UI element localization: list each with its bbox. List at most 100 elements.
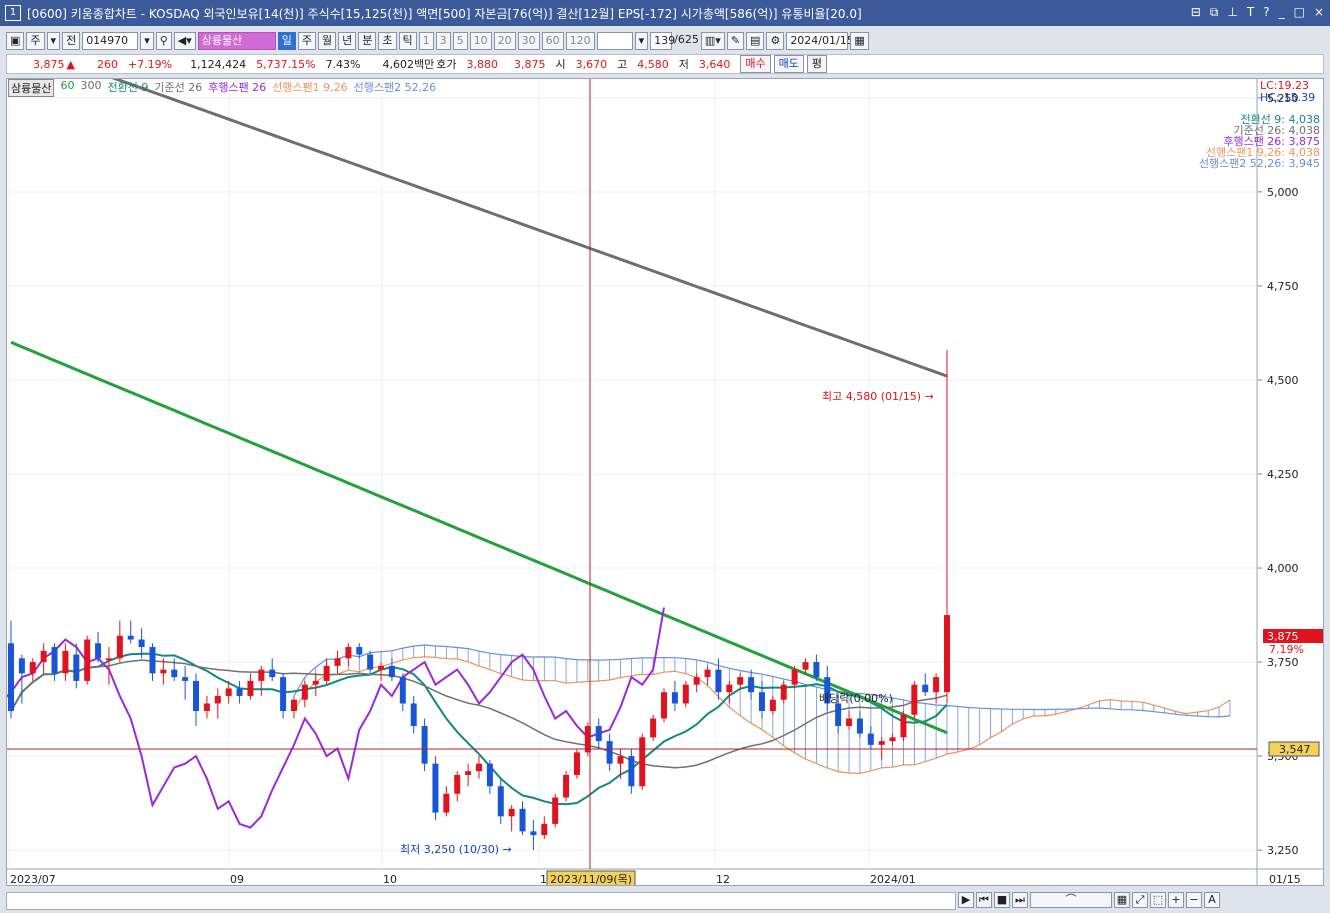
candle-body-85 (933, 677, 940, 693)
interval-10[interactable]: 10 (469, 32, 492, 50)
candle-body-64 (704, 669, 711, 678)
eval-button[interactable]: 평 (806, 55, 827, 73)
y-tick-label-8: 3,250 (1267, 844, 1299, 857)
speaker-icon[interactable]: ◀▾ (173, 32, 196, 50)
candle-body-10 (116, 635, 123, 659)
tab-tick[interactable]: 틱 (398, 32, 417, 50)
tab-second[interactable]: 초 (378, 32, 397, 50)
candle-body-51 (563, 774, 570, 798)
layout-icon[interactable]: ▣ (6, 32, 25, 50)
interval-120[interactable]: 120 (565, 32, 595, 50)
stock-code-input[interactable]: 014970 (82, 32, 139, 50)
candle-body-42 (465, 771, 472, 775)
candle-body-32 (356, 647, 363, 655)
candle-body-66 (726, 684, 733, 693)
indicator-icon[interactable]: ▥▾ (700, 32, 725, 50)
period-select[interactable]: 주 (26, 32, 45, 50)
candle-body-59 (650, 718, 657, 738)
legend-chikou: 후행스팬 26 (208, 81, 267, 94)
x-tick-label-5: 2024/01 (870, 873, 916, 886)
y-tick-label-6: 3,750 (1267, 656, 1299, 669)
candle-body-78 (856, 718, 863, 734)
calendar-icon[interactable]: ▦ (850, 32, 869, 50)
interval-input[interactable] (596, 32, 633, 50)
code-label[interactable]: 전 (62, 32, 81, 50)
kijun-line (10, 659, 948, 769)
annotation-low: 최저 3,250 (10/30) → (400, 843, 512, 856)
zoom-slider[interactable]: ⌒ (1030, 892, 1112, 908)
candle-body-27 (301, 684, 308, 700)
candle-body-0 (8, 643, 14, 711)
candle-body-12 (138, 639, 145, 648)
candle-body-20 (225, 688, 232, 696)
tab-day[interactable]: 일 (277, 32, 296, 50)
candle-body-68 (748, 677, 755, 693)
close-icon[interactable]: × (1314, 5, 1324, 20)
zoom-fit-icon[interactable]: ⤢ (1132, 892, 1148, 908)
tab-week[interactable]: 주 (297, 32, 317, 50)
settings-icon[interactable]: ⚙ (766, 32, 785, 50)
last-icon[interactable]: ⏭ (1012, 892, 1028, 908)
candle-body-81 (889, 737, 896, 742)
minimize-all-icon[interactable]: ⊟ (1191, 5, 1201, 20)
grid (7, 79, 1257, 869)
bid-price: 3,875 (514, 57, 546, 71)
date-input[interactable]: 2024/01/15 (786, 32, 854, 50)
interval-3[interactable]: 3 (435, 32, 451, 50)
interval-1[interactable]: 1 (418, 32, 434, 50)
grid-icon[interactable]: ▦ (1114, 892, 1130, 908)
change-rate: +7.19% (127, 57, 173, 71)
y-tick-label-4: 4,250 (1267, 468, 1299, 481)
candle-body-47 (519, 808, 526, 832)
scroll-track[interactable] (6, 892, 956, 910)
help-icon[interactable]: ? (1263, 5, 1269, 20)
candle-body-72 (791, 669, 798, 685)
tab-minute[interactable]: 분 (358, 32, 377, 50)
chevron-down-icon[interactable]: ▾ (140, 32, 154, 50)
chart-legend: 삼륭물산 60 300 전환선 9 기준선 26 후행스팬 26 선행스팬1 9… (8, 79, 436, 97)
interval-5[interactable]: 5 (452, 32, 468, 50)
candle-body-34 (378, 665, 385, 670)
dropdown-arrow-icon[interactable]: ▾ (634, 32, 649, 50)
font-icon[interactable]: T (1247, 5, 1254, 20)
sell-button[interactable]: 매도 (773, 55, 804, 73)
tab-month[interactable]: 월 (318, 32, 337, 50)
first-icon[interactable]: ⏮ (976, 892, 992, 908)
indicator-lines (7, 79, 948, 829)
play-icon[interactable]: ▶ (958, 892, 974, 908)
dropdown-icon[interactable]: ▾ (46, 32, 61, 50)
candle-body-39 (432, 763, 439, 813)
interval-30[interactable]: 30 (517, 32, 540, 50)
minimize-icon[interactable]: _ (1279, 5, 1285, 20)
interval-20[interactable]: 20 (493, 32, 516, 50)
count-input[interactable]: 139 (650, 32, 675, 50)
legend-stock-name[interactable]: 삼륭물산 (8, 79, 55, 97)
save-icon[interactable]: ▤ (746, 32, 765, 50)
candle-body-15 (171, 669, 178, 678)
ma300-line (111, 79, 948, 378)
legend-kijun: 기준선 26 (154, 81, 203, 94)
candle-body-54 (595, 726, 602, 742)
candle-body-35 (388, 665, 395, 678)
draw-icon[interactable]: ✎ (726, 32, 745, 50)
search-icon[interactable]: ⚲ (155, 32, 172, 50)
maximize-icon[interactable]: □ (1294, 5, 1305, 20)
lc-hc-info: LC:19.23 HC:-15.39 (1260, 80, 1315, 104)
volume: 1,124,424 (190, 57, 247, 71)
price-chart[interactable]: 5,250 5,000 4,750 4,500 4,250 4,000 3,750 3,500… (6, 78, 1324, 886)
pin-icon[interactable]: ⊥ (1227, 5, 1237, 20)
buy-button[interactable]: 매수 (740, 55, 771, 73)
tab-year[interactable]: 년 (338, 32, 357, 50)
candle-body-21 (236, 688, 243, 696)
stop-icon[interactable]: ■ (994, 892, 1010, 908)
candle-body-73 (802, 662, 809, 670)
font-a-icon[interactable]: A (1204, 892, 1220, 908)
zoom-area-icon[interactable]: ⬚ (1150, 892, 1166, 908)
candle-body-63 (693, 677, 700, 685)
legend-ma60: 60 (60, 79, 75, 92)
interval-60[interactable]: 60 (541, 32, 564, 50)
stock-name[interactable]: 삼륭물산 (197, 32, 276, 50)
zoom-out-icon[interactable]: − (1186, 892, 1202, 908)
restore-icon[interactable]: ⧉ (1210, 5, 1219, 20)
zoom-in-icon[interactable]: + (1168, 892, 1184, 908)
